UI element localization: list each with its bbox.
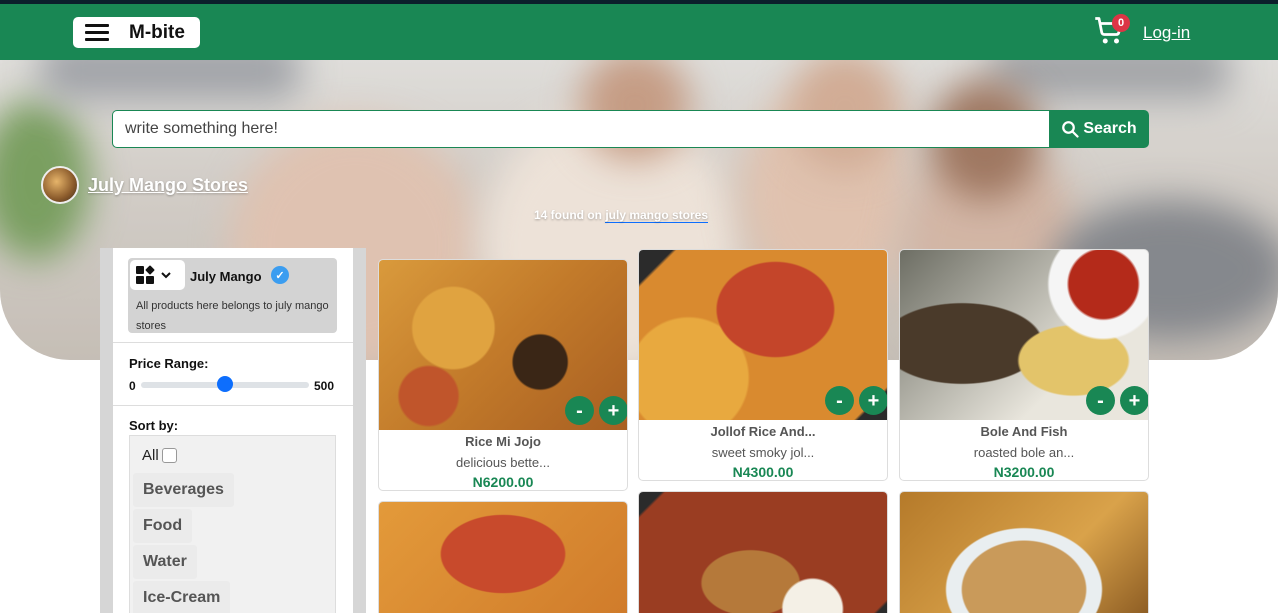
product-price: N3200.00: [993, 464, 1055, 480]
product-price: N4300.00: [732, 464, 794, 480]
product-card[interactable]: [638, 491, 888, 613]
product-title: Bole And Fish: [980, 424, 1068, 439]
product-title: Rice Mi Jojo: [465, 434, 541, 449]
search-bar: Search: [112, 110, 1149, 148]
search-icon: [1062, 121, 1079, 138]
product-card[interactable]: [899, 491, 1149, 613]
brand-name: M-bite: [129, 21, 185, 43]
store-title: July Mango: [190, 269, 262, 284]
decrease-quantity-button[interactable]: -: [825, 386, 854, 415]
category-dropdown[interactable]: [130, 260, 185, 290]
price-range-label: Price Range:: [129, 356, 209, 371]
search-button[interactable]: Search: [1049, 110, 1149, 148]
sort-label: Sort by:: [129, 418, 179, 433]
cart-button[interactable]: 0: [1094, 14, 1130, 48]
product-title: Jollof Rice And...: [710, 424, 816, 439]
product-description: delicious bette...: [456, 455, 550, 470]
store-description: All products here belongs to july mango …: [136, 300, 329, 332]
price-range-min: 0: [129, 379, 136, 393]
product-price: N6200.00: [472, 474, 534, 490]
store-info-card: July Mango ✓ All products here belongs t…: [128, 258, 337, 333]
grid-icon: [136, 265, 155, 284]
sort-all-option[interactable]: All: [142, 447, 177, 464]
sort-all-label: All: [142, 447, 159, 464]
increase-quantity-button[interactable]: +: [599, 396, 627, 425]
product-card[interactable]: - + Bole And Fish roasted bole an... N32…: [899, 249, 1149, 481]
chevron-down-icon: [161, 272, 171, 279]
product-image: [639, 492, 887, 613]
brand-menu-button[interactable]: M-bite: [73, 17, 200, 48]
category-water[interactable]: Water: [133, 545, 197, 579]
divider: [113, 342, 353, 343]
filter-sidebar: July Mango ✓ All products here belongs t…: [113, 248, 353, 613]
store-name-link[interactable]: July Mango Stores: [88, 175, 248, 196]
results-count-text: 14 found on: [534, 208, 606, 222]
divider: [113, 405, 353, 406]
price-range-max: 500: [314, 379, 335, 393]
product-card[interactable]: - + Jollof Rice And... sweet smoky jol..…: [638, 249, 888, 481]
store-avatar[interactable]: [41, 166, 79, 204]
category-beverages[interactable]: Beverages: [133, 473, 234, 507]
navbar: M-bite 0 Log-in: [0, 4, 1278, 60]
product-description: sweet smoky jol...: [711, 445, 815, 460]
search-input[interactable]: [112, 110, 1049, 148]
increase-quantity-button[interactable]: +: [1120, 386, 1148, 415]
results-count: 14 found on july mango stores: [534, 208, 709, 223]
category-food[interactable]: Food: [133, 509, 193, 543]
increase-quantity-button[interactable]: +: [859, 386, 887, 415]
product-card[interactable]: [378, 501, 628, 613]
search-button-label: Search: [1083, 120, 1137, 137]
login-link[interactable]: Log-in: [1143, 23, 1190, 43]
results-store-link[interactable]: july mango stores: [605, 208, 709, 223]
verified-badge-icon: ✓: [271, 266, 289, 284]
sort-all-checkbox[interactable]: [161, 448, 177, 463]
decrease-quantity-button[interactable]: -: [565, 396, 594, 425]
decrease-quantity-button[interactable]: -: [1086, 386, 1115, 415]
product-image: [900, 492, 1148, 613]
product-card[interactable]: - + Rice Mi Jojo delicious bette... N620…: [378, 259, 628, 491]
price-range-thumb[interactable]: [217, 376, 233, 392]
product-description: roasted bole an...: [973, 445, 1075, 460]
sort-options: All Beverages Food Water Ice-Cream: [129, 435, 336, 613]
category-ice-cream[interactable]: Ice-Cream: [133, 581, 231, 613]
product-image: [379, 502, 627, 613]
hamburger-icon[interactable]: [85, 24, 109, 41]
cart-count-badge: 0: [1112, 14, 1130, 32]
